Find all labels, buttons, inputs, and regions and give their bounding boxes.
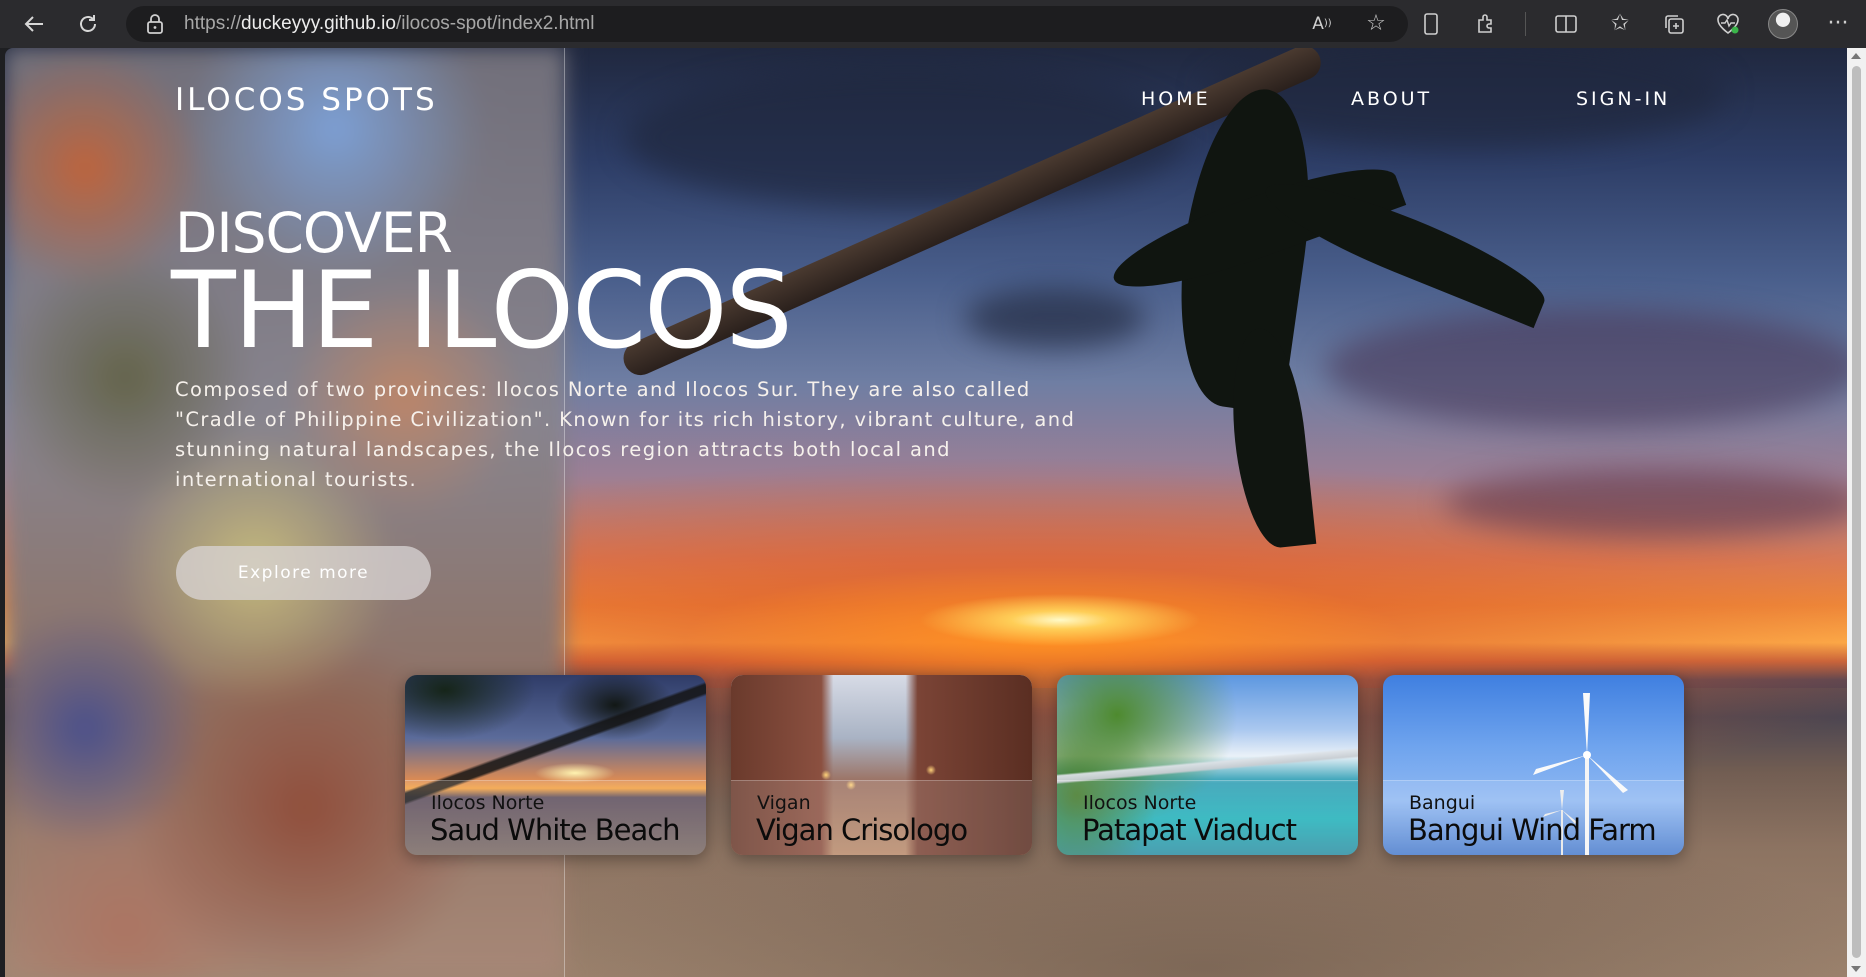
card-location: Ilocos Norte	[431, 792, 545, 814]
more-menu-icon[interactable]: ···	[1824, 10, 1852, 38]
scrollbar-thumb[interactable]	[1852, 66, 1861, 958]
card-location: Bangui	[1409, 792, 1476, 814]
phone-icon[interactable]	[1417, 10, 1445, 38]
address-bar[interactable]: https://duckeyyy.github.io/ilocos-spot/i…	[126, 6, 1408, 42]
card-location: Vigan	[757, 792, 811, 814]
card-vigan-crisologo[interactable]: Vigan Vigan Crisologo	[731, 675, 1032, 855]
background-cloud	[965, 288, 1145, 348]
page-viewport: ILOCOS SPOTS HOME ABOUT SIGN-IN DISCOVER…	[5, 48, 1847, 977]
card-title: Saud White Beach	[430, 813, 681, 847]
card-bangui-wind-farm[interactable]: Bangui Bangui Wind Farm	[1383, 675, 1684, 855]
url-domain: duckeyyy.github.io	[241, 13, 396, 34]
refresh-icon[interactable]	[66, 4, 110, 44]
card-title: Vigan Crisologo	[756, 813, 968, 847]
read-aloud-icon[interactable]: A))	[1308, 10, 1336, 38]
explore-more-button[interactable]: Explore more	[176, 546, 431, 600]
profile-avatar[interactable]	[1768, 9, 1798, 39]
url-scheme: https://	[184, 13, 242, 34]
card-title: Patapat Viaduct	[1082, 813, 1297, 847]
scroll-down-icon[interactable]	[1851, 966, 1861, 972]
palm-frond	[1223, 324, 1317, 552]
back-icon[interactable]	[12, 4, 56, 44]
scroll-up-icon[interactable]	[1851, 53, 1861, 59]
extensions-icon[interactable]	[1471, 10, 1499, 38]
health-icon[interactable]	[1714, 10, 1742, 38]
nav-sign-in[interactable]: SIGN-IN	[1576, 88, 1670, 110]
favorites-icon[interactable]: ✩	[1606, 10, 1634, 38]
nav-home[interactable]: HOME	[1141, 88, 1211, 110]
hero-title: THE ILOCOS	[171, 249, 793, 372]
star-icon[interactable]: ☆	[1362, 10, 1390, 38]
card-title: Bangui Wind Farm	[1408, 813, 1657, 847]
background-cloud	[1445, 468, 1847, 538]
browser-toolbar: https://duckeyyy.github.io/ilocos-spot/i…	[0, 0, 1866, 48]
destination-cards: Ilocos Norte Saud White Beach Vigan Viga…	[405, 675, 1705, 857]
background-cloud	[1325, 308, 1847, 428]
url-text[interactable]: https://duckeyyy.github.io/ilocos-spot/i…	[184, 13, 594, 35]
lock-icon[interactable]	[146, 14, 164, 34]
hero-description: Composed of two provinces: Ilocos Norte …	[175, 378, 1076, 491]
card-saud-white-beach[interactable]: Ilocos Norte Saud White Beach	[405, 675, 706, 855]
collections-icon[interactable]	[1660, 10, 1688, 38]
main-nav: HOME ABOUT SIGN-IN	[5, 88, 1847, 118]
nav-about[interactable]: ABOUT	[1351, 88, 1432, 110]
url-path: /ilocos-spot/index2.html	[395, 13, 595, 34]
card-location: Ilocos Norte	[1083, 792, 1197, 814]
card-patapat-viaduct[interactable]: Ilocos Norte Patapat Viaduct	[1057, 675, 1358, 855]
toolbar-divider	[1525, 12, 1526, 36]
page-scrollbar[interactable]	[1847, 48, 1866, 977]
split-screen-icon[interactable]	[1552, 10, 1580, 38]
